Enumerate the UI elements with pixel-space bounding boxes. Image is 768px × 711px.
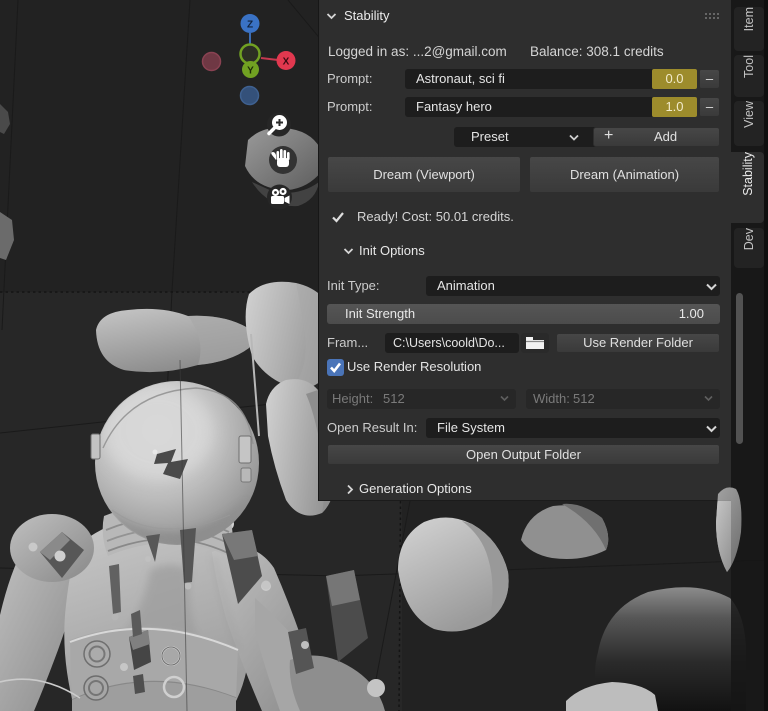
svg-text:Z: Z <box>247 20 253 31</box>
svg-text:X: X <box>283 57 290 68</box>
svg-text:Y: Y <box>247 66 254 77</box>
